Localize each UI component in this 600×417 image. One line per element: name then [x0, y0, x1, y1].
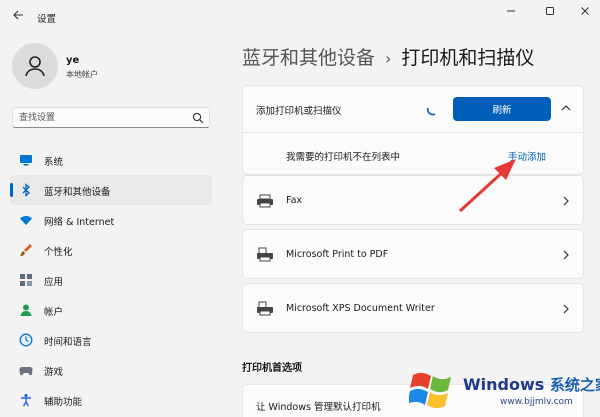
- avatar[interactable]: [12, 43, 58, 89]
- sidebar-item-accessibility[interactable]: 辅助功能: [10, 385, 212, 415]
- sidebar-item-personalization[interactable]: 个性化: [10, 235, 212, 265]
- printer-not-listed-text: 我需要的打印机不在列表中: [286, 152, 401, 163]
- sidebar-item-bluetooth[interactable]: 蓝牙和其他设备: [10, 175, 212, 205]
- back-button[interactable]: [10, 9, 26, 25]
- printer-name: Microsoft Print to PDF: [286, 249, 389, 260]
- printer-icon: [257, 247, 273, 262]
- bluetooth-icon: [22, 183, 30, 197]
- back-arrow-icon: [13, 10, 23, 20]
- breadcrumb-parent[interactable]: 蓝牙和其他设备: [242, 47, 375, 69]
- divider: [243, 132, 583, 133]
- close-button[interactable]: [572, 4, 598, 22]
- clock-globe-icon: [19, 333, 33, 347]
- user-icon: [25, 56, 45, 77]
- maximize-button[interactable]: [537, 4, 563, 22]
- watermark: Windows 系统之家 www.bjjmlv.com: [405, 365, 600, 413]
- sidebar-item-gaming[interactable]: 游戏: [10, 355, 212, 385]
- printer-name: Fax: [286, 195, 303, 206]
- windows-logo-icon: [409, 372, 451, 409]
- add-printer-title: 添加打印机或扫描仪: [256, 106, 342, 117]
- account-icon: [20, 304, 32, 316]
- minimize-button[interactable]: [498, 4, 524, 22]
- apps-icon: [20, 274, 32, 286]
- chevron-up-icon[interactable]: [560, 102, 572, 114]
- sidebar-item-label: 应用: [44, 277, 64, 288]
- printer-item-pdf[interactable]: Microsoft Print to PDF: [242, 229, 584, 279]
- watermark-brand-cn: 系统之家: [549, 376, 600, 394]
- watermark-brand-en: Windows: [463, 375, 545, 394]
- search-input[interactable]: [19, 110, 189, 125]
- watermark-url: www.bjjmlv.com: [500, 397, 573, 407]
- add-printer-card: 添加打印机或扫描仪 刷新 我需要的打印机不在列表中 手动添加: [242, 85, 584, 175]
- sidebar-item-label: 网络 & Internet: [44, 217, 115, 228]
- sidebar-item-label: 时间和语言: [44, 337, 92, 348]
- title-bar: 设置: [0, 0, 600, 34]
- breadcrumb-separator: ›: [385, 49, 392, 68]
- profile-name: ye: [66, 55, 80, 66]
- sidebar-item-label: 蓝牙和其他设备: [44, 187, 111, 198]
- system-icon: [20, 155, 32, 166]
- chevron-right-icon: [563, 250, 569, 260]
- loading-spinner-icon: [426, 107, 436, 116]
- sidebar-item-label: 辅助功能: [44, 397, 83, 408]
- refresh-button[interactable]: 刷新: [453, 97, 551, 121]
- fax-icon: [257, 194, 273, 208]
- page-title: 打印机和扫描仪: [401, 47, 535, 69]
- wifi-icon: [20, 216, 32, 225]
- chevron-right-icon: [563, 196, 569, 206]
- default-printer-label: 让 Windows 管理默认打印机: [256, 402, 381, 413]
- printer-item-fax[interactable]: Fax: [242, 175, 584, 225]
- sidebar-item-apps[interactable]: 应用: [10, 265, 212, 295]
- sidebar-nav: 系统 蓝牙和其他设备 网络 & Internet 个性化 应用 帐户 时间和语言…: [10, 145, 212, 415]
- printer-item-xps[interactable]: Microsoft XPS Document Writer: [242, 283, 584, 333]
- printer-name: Microsoft XPS Document Writer: [286, 303, 435, 314]
- brush-icon: [20, 244, 32, 256]
- sidebar-item-accounts[interactable]: 帐户: [10, 295, 212, 325]
- app-title: 设置: [37, 14, 57, 25]
- search-icon[interactable]: [192, 112, 204, 124]
- minimize-icon: [507, 10, 515, 12]
- sidebar-item-label: 游戏: [44, 367, 64, 378]
- sidebar-item-label: 个性化: [44, 247, 73, 258]
- sidebar-item-time-language[interactable]: 时间和语言: [10, 325, 212, 355]
- gamepad-icon: [19, 367, 33, 376]
- printer-preferences-heading: 打印机首选项: [242, 363, 302, 374]
- manual-add-link[interactable]: 手动添加: [508, 149, 546, 163]
- search-box[interactable]: [12, 107, 210, 128]
- chevron-right-icon: [563, 304, 569, 314]
- sidebar-item-system[interactable]: 系统: [10, 145, 212, 175]
- close-icon: [581, 7, 589, 15]
- sidebar-item-label: 帐户: [44, 307, 64, 318]
- sidebar-item-label: 系统: [44, 157, 64, 168]
- sidebar-item-network[interactable]: 网络 & Internet: [10, 205, 212, 235]
- maximize-icon: [546, 7, 554, 15]
- printer-icon: [257, 301, 273, 316]
- account-type: 本地帐户: [66, 70, 98, 79]
- breadcrumb: 蓝牙和其他设备 › 打印机和扫描仪: [242, 43, 534, 70]
- watermark-brand: Windows 系统之家: [463, 374, 600, 395]
- accessibility-icon: [21, 393, 31, 407]
